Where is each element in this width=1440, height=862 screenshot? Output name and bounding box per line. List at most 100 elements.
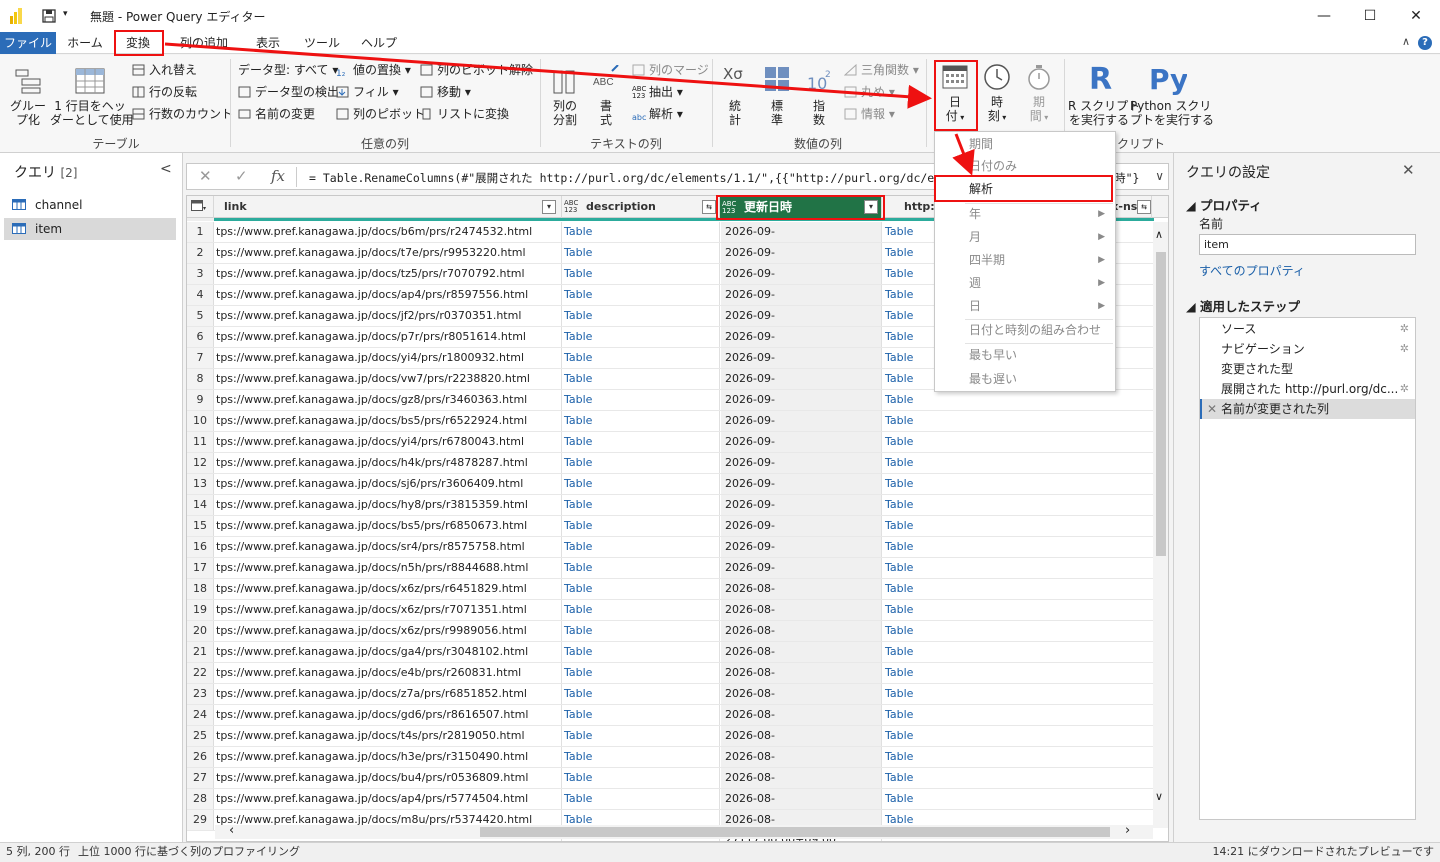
cell-http[interactable]: Table	[885, 726, 965, 746]
cell-description[interactable]: Table	[564, 285, 719, 305]
cell-updated[interactable]: 2026-08-31T17:00:00+09:00	[721, 726, 881, 762]
group-by-button[interactable]: グルー プ化	[6, 67, 50, 127]
tab-add-column[interactable]: 列の追加	[172, 32, 236, 54]
expand-formula-icon[interactable]: ∨	[1155, 169, 1164, 183]
query-item-item[interactable]: item	[4, 218, 176, 240]
menu-item-earliest[interactable]: 最も早い	[935, 344, 1115, 367]
function-icon[interactable]: fx	[271, 167, 285, 185]
cell-link[interactable]: tps://www.pref.kanagawa.jp/docs/x6z/prs/…	[216, 600, 560, 620]
table-row[interactable]: 14 tps://www.pref.kanagawa.jp/docs/hy8/pr…	[187, 495, 1153, 531]
scientific-button[interactable]: 10 2 指 数	[800, 63, 838, 127]
cell-description[interactable]: Table	[564, 390, 719, 410]
tab-tools[interactable]: ツール	[298, 32, 346, 54]
applied-steps-section[interactable]: ◢ 適用したステップ	[1186, 296, 1300, 315]
cell-description[interactable]: Table	[564, 264, 719, 284]
cell-http[interactable]: Table	[885, 558, 965, 578]
cell-description[interactable]: Table	[564, 537, 719, 557]
scroll-up-icon[interactable]: ∧	[1155, 228, 1163, 241]
cell-link[interactable]: tps://www.pref.kanagawa.jp/docs/x6z/prs/…	[216, 579, 560, 599]
menu-item-year[interactable]: 年 ▶	[935, 203, 1115, 226]
cell-link[interactable]: tps://www.pref.kanagawa.jp/docs/p7r/prs/…	[216, 327, 560, 347]
cell-updated[interactable]: 2026-09-04T17:00:00+09:00	[721, 243, 881, 279]
vertical-scrollbar[interactable]: ∧ ∨	[1153, 222, 1168, 828]
cell-http[interactable]: Table	[885, 789, 965, 809]
statistics-button[interactable]: Xσ 統 計	[716, 63, 754, 127]
table-row[interactable]: 28 tps://www.pref.kanagawa.jp/docs/ap4/pr…	[187, 789, 1153, 825]
any-type-icon[interactable]: ABC 123	[564, 200, 580, 214]
save-icon[interactable]	[42, 9, 56, 23]
menu-item-month[interactable]: 月 ▶	[935, 226, 1115, 249]
cell-updated[interactable]: 2026-08-27T17:00:00+09:00	[721, 789, 881, 825]
cell-http[interactable]: Table	[885, 495, 965, 515]
cell-description[interactable]: Table	[564, 243, 719, 263]
cell-http[interactable]: Table	[885, 705, 965, 725]
cell-link[interactable]: tps://www.pref.kanagawa.jp/docs/bu4/prs/…	[216, 768, 560, 788]
run-r-script-button[interactable]: R R スクリプト を実行する	[1068, 61, 1140, 127]
cell-link[interactable]: tps://www.pref.kanagawa.jp/docs/x6z/prs/…	[216, 621, 560, 641]
extract-button[interactable]: ABC 123 抽出 ▾	[632, 83, 683, 101]
pivot-button[interactable]: 列のピボット	[336, 105, 425, 123]
cell-updated[interactable]: 2026-09-03T17:00:00+09:00	[721, 306, 881, 342]
cell-link[interactable]: tps://www.pref.kanagawa.jp/docs/h4k/prs/…	[216, 453, 560, 473]
table-row[interactable]: 17 tps://www.pref.kanagawa.jp/docs/n5h/pr…	[187, 558, 1153, 594]
cell-link[interactable]: tps://www.pref.kanagawa.jp/docs/ga4/prs/…	[216, 642, 560, 662]
cell-http[interactable]: Table	[885, 684, 965, 704]
cell-updated[interactable]: 2026-08-31T17:00:00+09:00	[721, 684, 881, 720]
unpivot-button[interactable]: 列のピボット解除	[420, 61, 533, 79]
close-button[interactable]: ✕	[1393, 0, 1439, 32]
quick-access-dropdown-icon[interactable]: ▾	[63, 9, 68, 19]
to-list-button[interactable]: リストに変換	[420, 105, 509, 123]
step-item[interactable]: ソース ✲	[1200, 319, 1415, 339]
menu-item-period[interactable]: 期間	[935, 133, 1115, 156]
cell-link[interactable]: tps://www.pref.kanagawa.jp/docs/tz5/prs/…	[216, 264, 560, 284]
cell-http[interactable]: Table	[885, 579, 965, 599]
filter-dropdown-icon[interactable]: ▾	[542, 200, 556, 214]
step-item-selected[interactable]: ✕ 名前が変更された列	[1200, 399, 1415, 419]
cell-link[interactable]: tps://www.pref.kanagawa.jp/docs/z7a/prs/…	[216, 684, 560, 704]
cell-link[interactable]: tps://www.pref.kanagawa.jp/docs/sr4/prs/…	[216, 537, 560, 557]
cell-link[interactable]: tps://www.pref.kanagawa.jp/docs/n5h/prs/…	[216, 558, 560, 578]
cell-http[interactable]: Table	[885, 768, 965, 788]
transpose-button[interactable]: 入れ替え	[132, 61, 197, 79]
cell-updated[interactable]: 2026-09-01T17:00:00+09:00	[721, 516, 881, 552]
cell-updated[interactable]: 2026-08-31T17:00:00+09:00	[721, 705, 881, 741]
reverse-rows-button[interactable]: 行の反転	[132, 83, 197, 101]
cell-updated[interactable]: 2026-09-03T17:00:00+09:00	[721, 432, 881, 468]
cell-link[interactable]: tps://www.pref.kanagawa.jp/docs/t4s/prs/…	[216, 726, 560, 746]
gear-icon[interactable]: ✲	[1400, 319, 1409, 339]
cell-updated[interactable]: 2026-09-03T17:00:00+09:00	[721, 369, 881, 405]
cell-link[interactable]: tps://www.pref.kanagawa.jp/docs/gd6/prs/…	[216, 705, 560, 725]
move-button[interactable]: 移動 ▾	[420, 83, 471, 101]
cell-http[interactable]: Table	[885, 600, 965, 620]
merge-columns-button[interactable]: 列のマージ	[632, 61, 709, 79]
profiling-toggle[interactable]: 上位 1000 行に基づく列のプロファイリング	[78, 843, 300, 861]
cell-description[interactable]: Table	[564, 369, 719, 389]
scroll-right-icon[interactable]: ›	[1125, 823, 1130, 838]
parse-button[interactable]: abc 解析 ▾	[632, 105, 683, 123]
close-settings-icon[interactable]: ✕	[1402, 161, 1415, 179]
count-rows-button[interactable]: 行数のカウント	[132, 105, 233, 123]
duration-button[interactable]: 期 間 ▾	[1020, 63, 1058, 125]
menu-item-combine-date-time[interactable]: 日付と時刻の組み合わせ	[935, 319, 1115, 342]
fill-button[interactable]: フィル ▾	[336, 83, 399, 101]
cell-http[interactable]: Table	[885, 747, 965, 767]
gear-icon[interactable]: ✲	[1400, 339, 1409, 359]
cell-description[interactable]: Table	[564, 432, 719, 452]
cell-description[interactable]: Table	[564, 747, 719, 767]
cell-link[interactable]: tps://www.pref.kanagawa.jp/docs/bs5/prs/…	[216, 411, 560, 431]
cell-link[interactable]: tps://www.pref.kanagawa.jp/docs/sj6/prs/…	[216, 474, 560, 494]
cell-link[interactable]: tps://www.pref.kanagawa.jp/docs/ap4/prs/…	[216, 285, 560, 305]
collapse-panel-icon[interactable]: <	[160, 161, 172, 177]
table-row[interactable]: 19 tps://www.pref.kanagawa.jp/docs/x6z/pr…	[187, 600, 1153, 636]
cell-updated[interactable]: 2026-09-03T17:00:00+09:00	[721, 453, 881, 489]
cell-link[interactable]: tps://www.pref.kanagawa.jp/docs/t7e/prs/…	[216, 243, 560, 263]
vertical-scroll-thumb[interactable]	[1156, 252, 1166, 556]
cell-updated[interactable]: 2026-09-04T17:00:00+09:00	[721, 222, 881, 258]
cell-description[interactable]: Table	[564, 516, 719, 536]
horizontal-scroll-thumb[interactable]	[480, 827, 1110, 837]
step-item[interactable]: ナビゲーション ✲	[1200, 339, 1415, 359]
menu-item-week[interactable]: 週 ▶	[935, 272, 1115, 295]
cell-http[interactable]: Table	[885, 411, 965, 431]
tab-file[interactable]: ファイル	[0, 32, 56, 54]
table-menu-button[interactable]: ▾	[187, 196, 214, 218]
